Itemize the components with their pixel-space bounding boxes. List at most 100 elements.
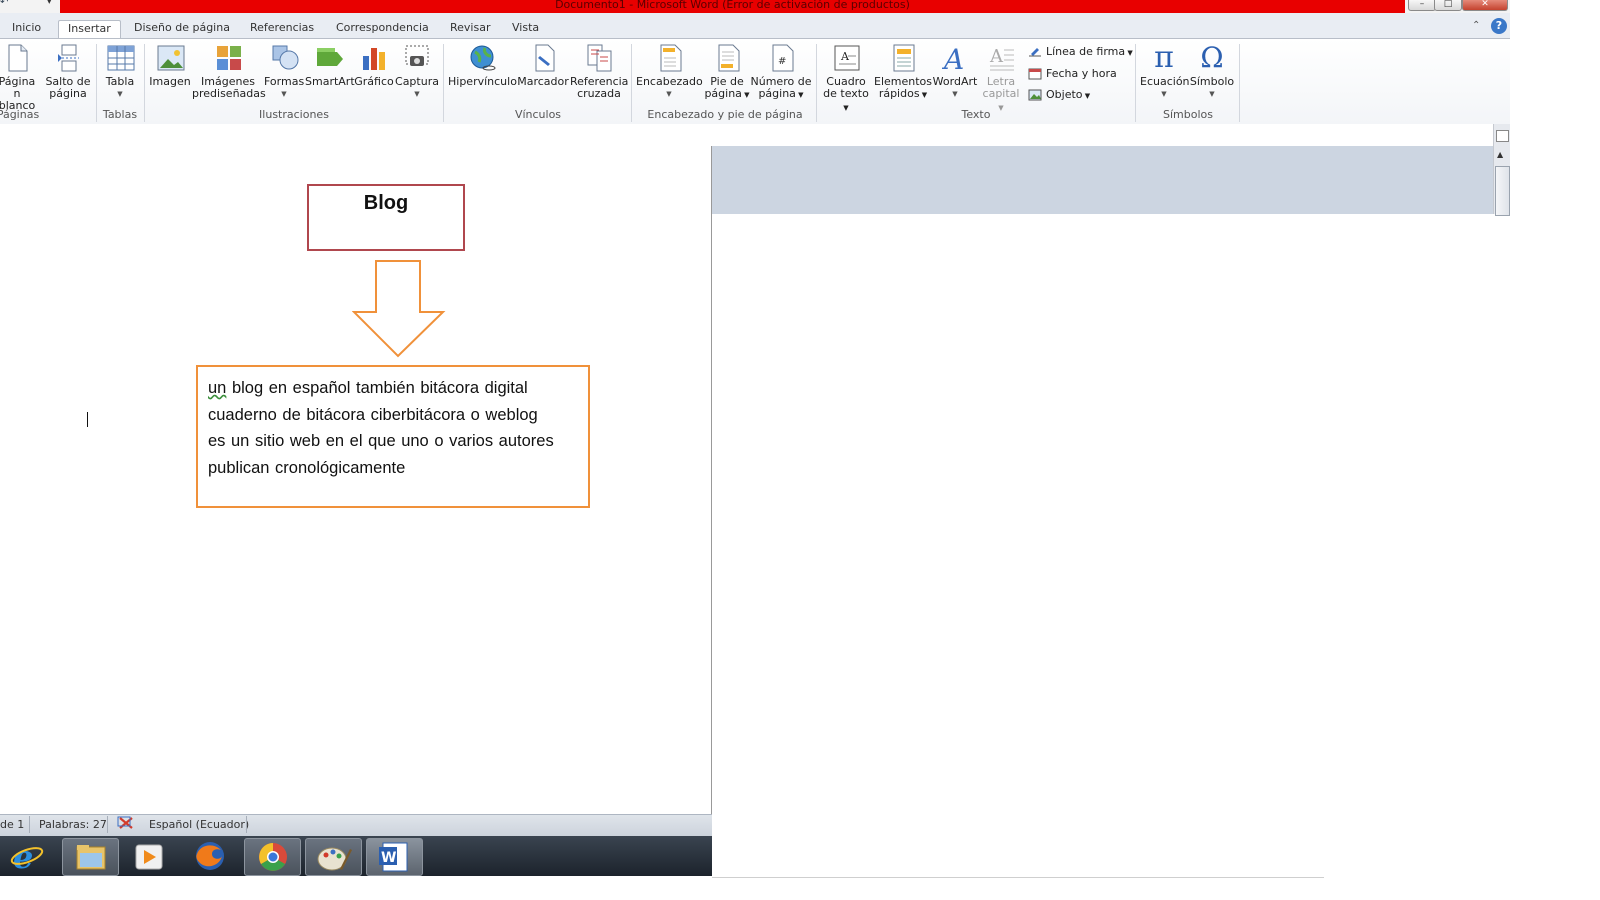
cuadro-de-texto-button[interactable]: A Cuadro de texto ▼ bbox=[820, 44, 872, 114]
tab-insertar[interactable]: Insertar bbox=[58, 20, 121, 40]
svg-text:W: W bbox=[381, 850, 396, 866]
body-line-1: un blog en español también bitácora digi… bbox=[208, 379, 528, 398]
tab-diseno-de-pagina[interactable]: Diseño de página bbox=[130, 20, 234, 38]
tab-revisar[interactable]: Revisar bbox=[446, 20, 494, 38]
quick-access-toolbar[interactable]: ↶ ▾ bbox=[0, 0, 60, 13]
hipervinculo-label: Hipervínculo bbox=[448, 75, 517, 88]
objeto-button[interactable]: Objeto ▼ bbox=[1028, 88, 1090, 101]
imagenes-predisenadas-button[interactable]: Imágenes prediseñadas bbox=[192, 44, 266, 100]
firefox-icon[interactable] bbox=[194, 840, 226, 872]
group-label-texto: Texto bbox=[961, 108, 991, 121]
internet-explorer-icon[interactable]: e bbox=[10, 838, 44, 876]
minimize-button[interactable]: – bbox=[1408, 0, 1436, 11]
cuadro-line2: de texto bbox=[823, 87, 869, 100]
scroll-thumb[interactable] bbox=[1495, 166, 1510, 216]
ecuacion-button[interactable]: π Ecuación ▼ bbox=[1140, 43, 1190, 100]
definition-text-box[interactable]: un blog en español también bitácora digi… bbox=[196, 365, 590, 508]
title-bar-highlight: Documento1 - Microsoft Word (Error de ac… bbox=[60, 0, 1405, 13]
formas-button[interactable]: Formas ▼ bbox=[264, 44, 304, 100]
encabezado-button[interactable]: Encabezado ▼ bbox=[636, 44, 703, 100]
cross-reference-icon bbox=[586, 44, 612, 72]
window-title: Documento1 - Microsoft Word (Error de ac… bbox=[555, 0, 910, 11]
numero-de-pagina-button[interactable]: # Número de página ▼ bbox=[750, 44, 812, 101]
hyperlink-globe-icon bbox=[469, 44, 496, 72]
wordart-button[interactable]: A WordArt ▼ bbox=[932, 43, 978, 100]
pagina-en-blanco-button[interactable]: Página n blanco bbox=[0, 44, 40, 112]
tab-correspondencia[interactable]: Correspondencia bbox=[332, 20, 433, 38]
elem-line2: rápidos bbox=[878, 87, 920, 100]
dropdown-caret-icon: ▼ bbox=[666, 90, 672, 98]
ecuacion-label: Ecuación bbox=[1140, 75, 1190, 88]
group-label-paginas: Páginas bbox=[0, 108, 40, 121]
media-player-icon[interactable] bbox=[134, 843, 164, 871]
blank-page-icon bbox=[4, 44, 30, 72]
help-icon[interactable]: ? bbox=[1491, 18, 1507, 34]
text-box-icon: A bbox=[833, 44, 860, 72]
dropdown-caret-icon: ▼ bbox=[414, 90, 420, 98]
down-arrow-shape[interactable] bbox=[352, 260, 446, 360]
word-icon[interactable]: W bbox=[366, 838, 423, 876]
tab-vista[interactable]: Vista bbox=[508, 20, 543, 38]
captura-button[interactable]: Captura ▼ bbox=[394, 44, 440, 100]
imgpred-line2: prediseñadas bbox=[192, 87, 266, 100]
group-separator bbox=[96, 44, 97, 122]
footer-icon bbox=[714, 44, 740, 72]
group-separator bbox=[144, 44, 145, 122]
simbolo-button[interactable]: Ω Símbolo ▼ bbox=[1188, 44, 1236, 100]
grafico-button[interactable]: Gráfico bbox=[354, 44, 394, 88]
vertical-scrollbar[interactable]: ▲ bbox=[1493, 124, 1510, 216]
tab-inicio[interactable]: Inicio bbox=[8, 20, 45, 38]
tabla-button[interactable]: Tabla ▼ bbox=[100, 44, 140, 100]
proofing-errors-icon[interactable] bbox=[117, 815, 135, 831]
text-cursor bbox=[87, 412, 88, 427]
group-separator bbox=[1135, 44, 1136, 122]
smartart-button[interactable]: SmartArt bbox=[305, 44, 355, 88]
clip-art-icon bbox=[215, 44, 241, 72]
tab-referencias[interactable]: Referencias bbox=[246, 20, 318, 38]
status-separator bbox=[246, 816, 247, 833]
file-explorer-icon[interactable] bbox=[62, 838, 119, 876]
grafico-label: Gráfico bbox=[354, 75, 394, 88]
linea-de-firma-button[interactable]: Línea de firma ▼ bbox=[1028, 45, 1133, 58]
dropdown-caret-icon: ▼ bbox=[117, 90, 123, 98]
picture-icon bbox=[157, 44, 185, 72]
svg-text:#: # bbox=[778, 56, 786, 67]
page-number-icon: # bbox=[768, 44, 794, 72]
linea-de-firma-label: Línea de firma bbox=[1046, 45, 1126, 58]
marcador-label: Marcador bbox=[517, 75, 569, 88]
undo-icon[interactable]: ↶ bbox=[0, 0, 8, 8]
status-page[interactable]: de 1 bbox=[0, 818, 24, 831]
close-button[interactable]: ✕ bbox=[1462, 0, 1508, 11]
pie-line2: página bbox=[704, 87, 742, 100]
blog-title-box[interactable]: Blog bbox=[307, 184, 465, 251]
minimize-ribbon-icon[interactable]: ⌃ bbox=[1472, 20, 1480, 31]
marcador-button[interactable]: Marcador bbox=[516, 44, 570, 88]
shapes-icon bbox=[271, 44, 299, 72]
quick-parts-icon bbox=[890, 44, 916, 72]
group-separator bbox=[443, 44, 444, 122]
customize-toolbar-icon[interactable]: ▾ bbox=[47, 0, 52, 7]
imagen-button[interactable]: Imagen bbox=[148, 44, 192, 88]
scroll-up-arrow-icon[interactable]: ▲ bbox=[1497, 150, 1503, 159]
smartart-label: SmartArt bbox=[305, 75, 355, 88]
referencia-cruzada-button[interactable]: Referencia cruzada bbox=[570, 44, 628, 100]
pie-de-pagina-button[interactable]: Pie de página ▼ bbox=[704, 44, 750, 101]
header-icon bbox=[656, 44, 682, 72]
imagen-label: Imagen bbox=[149, 75, 191, 88]
salto-de-pagina-button[interactable]: Salto de página bbox=[44, 44, 92, 100]
status-language[interactable]: Español (Ecuador) bbox=[149, 818, 249, 831]
hipervinculo-button[interactable]: Hipervínculo bbox=[448, 44, 517, 88]
fecha-y-hora-button[interactable]: Fecha y hora bbox=[1028, 67, 1117, 80]
elementos-rapidos-button[interactable]: Elementos rápidos ▼ bbox=[874, 44, 932, 101]
chrome-icon[interactable] bbox=[244, 838, 301, 876]
body-line-3: es un sitio web en el que uno o varios a… bbox=[208, 432, 554, 450]
document-page[interactable]: Blog un blog en español también bitácora… bbox=[0, 146, 712, 814]
ruler-toggle-icon[interactable] bbox=[1496, 130, 1509, 142]
paint-icon[interactable] bbox=[305, 838, 362, 876]
status-word-count[interactable]: Palabras: 27 bbox=[39, 818, 107, 831]
group-separator bbox=[631, 44, 632, 122]
maximize-button[interactable]: □ bbox=[1434, 0, 1462, 11]
wordart-icon: A bbox=[941, 43, 968, 76]
letra-capital-button[interactable]: A Letra capital ▼ bbox=[980, 44, 1022, 114]
fecha-y-hora-label: Fecha y hora bbox=[1046, 67, 1117, 80]
